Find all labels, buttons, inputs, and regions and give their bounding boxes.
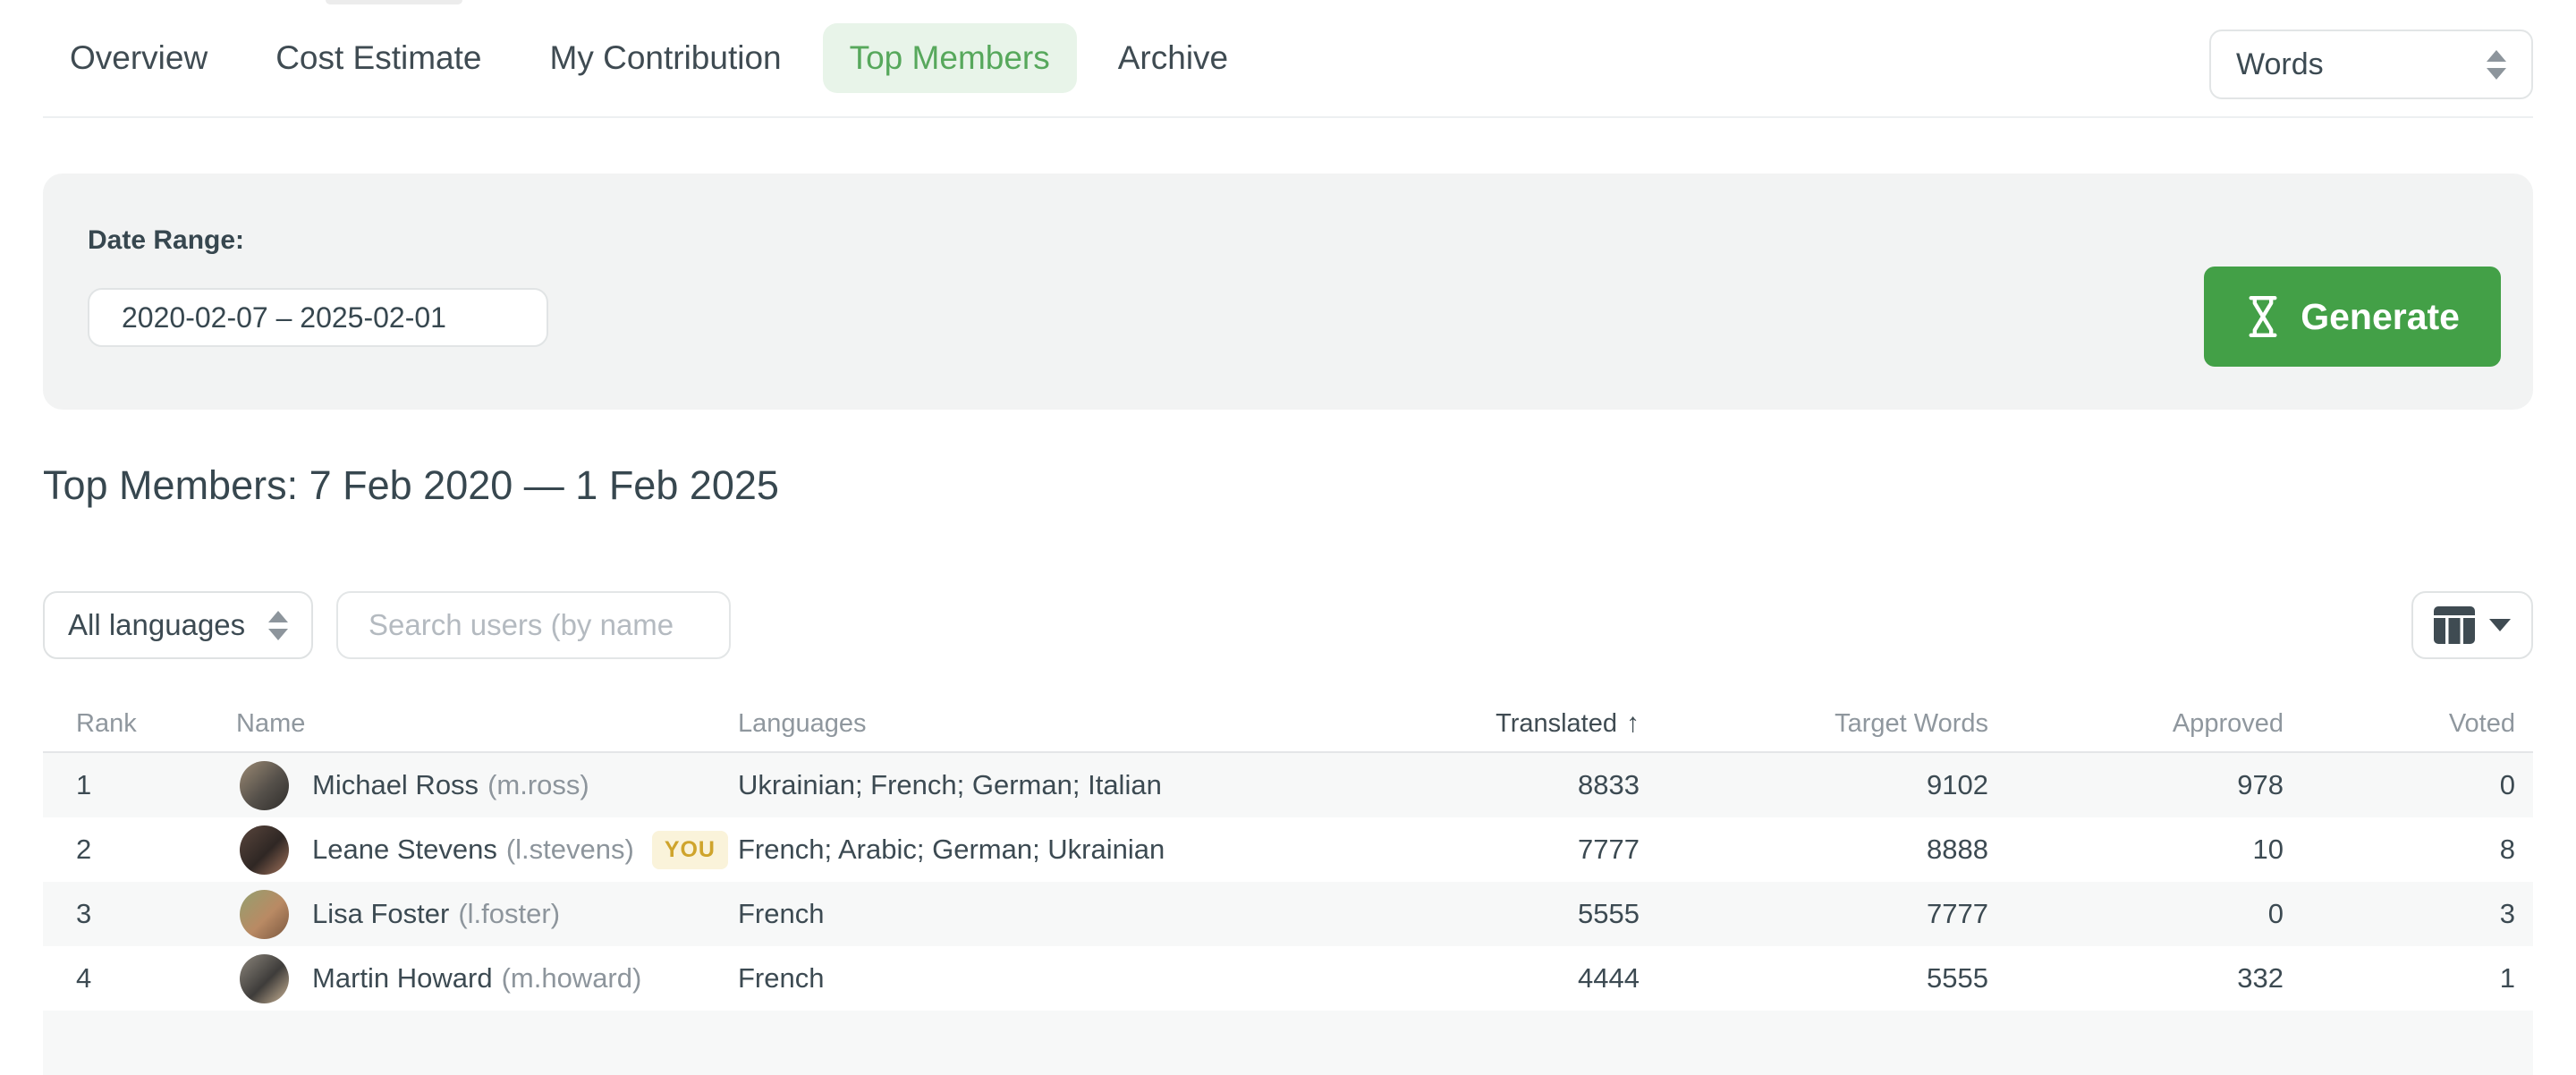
tab-archive[interactable]: Archive xyxy=(1091,23,1255,93)
rank-cell: 2 xyxy=(43,834,236,866)
sort-asc-icon: ↑ xyxy=(1626,708,1640,738)
date-range-label: Date Range: xyxy=(88,225,244,256)
member-username: (l.stevens) xyxy=(506,834,634,866)
rank-cell: 4 xyxy=(43,962,236,995)
tab-top-members[interactable]: Top Members xyxy=(823,23,1077,93)
name-cell: Lisa Foster (l.foster) xyxy=(236,890,738,939)
translated-cell: 5555 xyxy=(1443,898,1657,930)
member-name[interactable]: Lisa Foster xyxy=(312,898,449,930)
languages-cell: Ukrainian; French; German; Italian xyxy=(738,769,1443,801)
language-filter-value: All languages xyxy=(68,608,245,642)
generate-button-label: Generate xyxy=(2301,296,2460,338)
columns-icon xyxy=(2434,606,2475,644)
unit-select-value: Words xyxy=(2236,47,2324,82)
unit-select[interactable]: Words xyxy=(2209,30,2533,99)
column-header-name[interactable]: Name xyxy=(236,709,738,739)
caret-down-icon xyxy=(2489,619,2511,631)
languages-cell: French; Arabic; German; Ukrainian xyxy=(738,834,1443,866)
avatar xyxy=(240,954,289,1003)
approved-cell: 10 xyxy=(2006,834,2301,866)
tab-bar: Overview Cost Estimate My Contribution T… xyxy=(43,0,2533,118)
generate-button[interactable]: Generate xyxy=(2204,267,2501,367)
translated-cell: 4444 xyxy=(1443,962,1657,995)
translated-cell: 8833 xyxy=(1443,769,1657,801)
hourglass-icon xyxy=(2245,294,2281,339)
name-cell: Martin Howard (m.howard) xyxy=(236,954,738,1003)
columns-settings-button[interactable] xyxy=(2411,591,2533,659)
table-body: 1 Michael Ross (m.ross) Ukrainian; Frenc… xyxy=(43,753,2533,1011)
table-row: 1 Michael Ross (m.ross) Ukrainian; Frenc… xyxy=(43,753,2533,817)
approved-cell: 978 xyxy=(2006,769,2301,801)
you-badge: YOU xyxy=(652,831,728,869)
column-header-voted[interactable]: Voted xyxy=(2301,709,2533,739)
member-username: (m.ross) xyxy=(487,769,589,801)
languages-cell: French xyxy=(738,962,1443,995)
voted-cell: 3 xyxy=(2301,898,2533,930)
table-header-row: Rank Name Languages Translated↑ Target W… xyxy=(43,696,2533,753)
column-header-approved[interactable]: Approved xyxy=(2006,709,2301,739)
table-row: 2 Leane Stevens (l.stevens) YOU French; … xyxy=(43,817,2533,882)
date-range-input[interactable] xyxy=(88,288,548,347)
sort-arrows-icon xyxy=(2487,50,2506,80)
approved-cell: 0 xyxy=(2006,898,2301,930)
tab-my-contribution[interactable]: My Contribution xyxy=(523,23,809,93)
name-cell: Leane Stevens (l.stevens) YOU xyxy=(236,825,738,875)
voted-cell: 1 xyxy=(2301,962,2533,995)
target-words-cell: 8888 xyxy=(1657,834,2006,866)
rank-cell: 1 xyxy=(43,769,236,801)
column-header-target-words[interactable]: Target Words xyxy=(1657,709,2006,739)
column-header-translated[interactable]: Translated↑ xyxy=(1443,708,1657,739)
target-words-cell: 9102 xyxy=(1657,769,2006,801)
tab-overview[interactable]: Overview xyxy=(43,23,234,93)
column-header-languages[interactable]: Languages xyxy=(738,709,1443,739)
voted-cell: 0 xyxy=(2301,769,2533,801)
table-row-partial xyxy=(43,1011,2533,1075)
voted-cell: 8 xyxy=(2301,834,2533,866)
sort-arrows-icon xyxy=(268,611,288,640)
member-username: (l.foster) xyxy=(458,898,560,930)
member-name[interactable]: Michael Ross xyxy=(312,769,479,801)
search-input[interactable] xyxy=(336,591,731,659)
table-row: 3 Lisa Foster (l.foster) French 5555 777… xyxy=(43,882,2533,946)
member-name[interactable]: Leane Stevens xyxy=(312,834,497,866)
report-panel: Date Range: Generate xyxy=(43,174,2533,410)
tab-cost-estimate[interactable]: Cost Estimate xyxy=(249,23,508,93)
target-words-cell: 5555 xyxy=(1657,962,2006,995)
table-toolbar: All languages xyxy=(43,591,2533,659)
translated-cell: 7777 xyxy=(1443,834,1657,866)
language-filter-select[interactable]: All languages xyxy=(43,591,313,659)
avatar xyxy=(240,761,289,810)
languages-cell: French xyxy=(738,898,1443,930)
table-row: 4 Martin Howard (m.howard) French 4444 5… xyxy=(43,946,2533,1011)
avatar xyxy=(240,825,289,875)
target-words-cell: 7777 xyxy=(1657,898,2006,930)
member-username: (m.howard) xyxy=(502,962,642,995)
column-header-rank[interactable]: Rank xyxy=(43,709,236,739)
member-name[interactable]: Martin Howard xyxy=(312,962,493,995)
name-cell: Michael Ross (m.ross) xyxy=(236,761,738,810)
top-members-table: Rank Name Languages Translated↑ Target W… xyxy=(43,696,2533,1075)
approved-cell: 332 xyxy=(2006,962,2301,995)
rank-cell: 3 xyxy=(43,898,236,930)
avatar xyxy=(240,890,289,939)
page-title: Top Members: 7 Feb 2020 — 1 Feb 2025 xyxy=(43,461,2533,511)
